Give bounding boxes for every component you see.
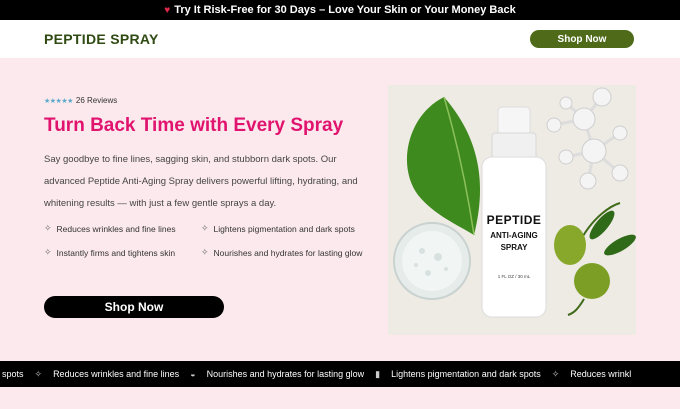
feature-item: ✧ Nourishes and hydrates for lasting glow — [201, 247, 363, 258]
ticker-item: Reduces wrinkles and fine lines — [53, 369, 180, 379]
bottle-volume: 1 FL OZ / 30 mL — [497, 274, 531, 279]
feature-item: ✧ Lightens pigmentation and dark spots — [201, 223, 355, 234]
bottle-label-line2: ANTI-AGING — [490, 231, 538, 240]
ticker-item: Lightens pigmentation and dark spots — [391, 369, 541, 379]
bottle-label: PEPTIDE ANTI-AGING SPRAY 1 FL OZ / 30 mL — [482, 213, 546, 279]
promo-text: Try It Risk-Free for 30 Days – Love Your… — [174, 4, 516, 16]
bottle-label-line1: PEPTIDE — [486, 213, 542, 227]
rating: ★★★★★ 26 Reviews — [44, 96, 374, 105]
hero-description: Say goodbye to fine lines, sagging skin,… — [44, 154, 358, 209]
feature-ticker: spots ✧ Reduces wrinkles and fine lines … — [0, 361, 680, 387]
drop-icon: ◒ — [190, 369, 196, 379]
rating-stars: ★★★★★ — [44, 97, 73, 105]
hero-section: ★★★★★ 26 Reviews Turn Back Time with Eve… — [0, 58, 680, 361]
bottle-label-line3: SPRAY — [500, 243, 528, 252]
spray-icon: ✧ — [551, 368, 560, 379]
hero-content: ★★★★★ 26 Reviews Turn Back Time with Eve… — [44, 96, 374, 258]
feature-list: ✧ Reduces wrinkles and fine lines ✧ Lighte… — [44, 223, 374, 258]
product-illustration — [393, 87, 636, 318]
reviews-count[interactable]: 26 Reviews — [76, 96, 117, 105]
product-image: PEPTIDE ANTI-AGING SPRAY 1 FL OZ / 30 mL — [388, 85, 636, 335]
feature-item: ✧ Instantly firms and tightens skin — [44, 247, 176, 258]
hero-shop-now-button[interactable]: Shop Now — [44, 296, 224, 318]
spray-icon: ✧ — [44, 223, 52, 233]
ticker-item: Nourishes and hydrates for lasting glow — [206, 369, 365, 379]
bottle-icon: ▮ — [375, 368, 381, 379]
spray-icon: ✧ — [201, 247, 209, 257]
header-shop-now-button[interactable]: Shop Now — [530, 30, 634, 48]
heart-icon: ♥ — [164, 4, 171, 16]
footer-strip — [0, 387, 680, 409]
spray-icon: ✧ — [34, 368, 43, 379]
ticker-item: spots — [2, 369, 24, 379]
promo-banner: ♥ Try It Risk-Free for 30 Days – Love Yo… — [0, 0, 680, 20]
spray-icon: ✧ — [201, 223, 209, 233]
brand-logo[interactable]: PEPTIDE SPRAY — [44, 31, 159, 47]
hero-title: Turn Back Time with Every Spray — [44, 115, 344, 136]
feature-item: ✧ Reduces wrinkles and fine lines — [44, 223, 176, 234]
spray-icon: ✧ — [44, 247, 52, 257]
ticker-item: Reduces wrinkl — [570, 369, 632, 379]
site-header: PEPTIDE SPRAY Shop Now — [0, 20, 680, 58]
